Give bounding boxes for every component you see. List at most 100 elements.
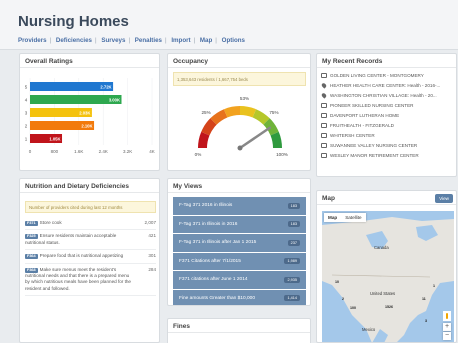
nav-import[interactable]: Import [171, 37, 190, 44]
map-cluster[interactable]: 3 [425, 319, 427, 323]
map-cluster[interactable]: 11 [422, 297, 426, 301]
recent-record-label: WHITERSH CENTER [330, 132, 375, 138]
nutrition-row[interactable]: F371 Store cook 2,007 [25, 217, 157, 231]
nutrition-row[interactable]: F368 Make sure menus meet the resident's … [25, 264, 156, 297]
gauge-tick-label: 25% [201, 110, 210, 115]
x-tick-label: 1.6K [74, 149, 83, 154]
map-pin-icon [321, 82, 328, 90]
category-label: 4 [25, 98, 28, 103]
recent-record-label: WASHINGTON CHRISTIAN VILLAGE: Health - 2… [330, 93, 437, 99]
recent-record-item[interactable]: HEATHER HEALTH CARE CENTER: Health - 201… [321, 81, 456, 91]
recent-record-label: GOLDEN LIVING CENTER - MONTGOMERY [330, 73, 424, 79]
recent-record-item[interactable]: WESLEY MANOR RETIREMENT CENTER [321, 150, 456, 160]
zoom-out-button[interactable]: − [443, 332, 451, 340]
nav-separator: | [49, 37, 52, 44]
saved-view-item[interactable]: F371 Citations after 7/1/2015 1,989 [173, 252, 306, 270]
my-views-list: F-Tag 371 2016 in Illinois 183 F-Tag 371 i… [173, 197, 306, 305]
map-cluster[interactable]: 10 [335, 280, 339, 284]
nutrition-row[interactable]: F364 Prepare food that is nutritional app… [25, 250, 156, 264]
bar-value-label: 3.00K [109, 98, 120, 103]
page-title: Nursing Homes [18, 13, 129, 30]
saved-view-item[interactable]: F-Tag 371 in Illinois in 2016 183 [173, 215, 306, 233]
card-icon [321, 103, 327, 109]
deficiency-description: Store cook [39, 220, 62, 225]
recent-record-item[interactable]: PIONEER SKILLED NURSING CENTER [321, 101, 456, 111]
map-cluster[interactable]: 2 [342, 297, 344, 301]
deficiency-count: 301 [148, 253, 156, 259]
ftag-badge: F364 [25, 254, 38, 260]
nutrition-card: Nutrition and Dietary Deficiencies Numbe… [19, 178, 160, 343]
nutrition-row-text: F364 Prepare food that is nutritional app… [25, 253, 138, 260]
nav-surveys[interactable]: Surveys [101, 37, 125, 44]
nutrition-row[interactable]: F325 Ensure residents maintain acceptable… [25, 230, 156, 251]
saved-view-item[interactable]: F-Tag 371 2016 in Illinois 183 [173, 197, 306, 215]
map-cluster[interactable]: 100 [350, 306, 356, 310]
main-nav: Providers | Deficiencies | Surveys | Penalt… [18, 37, 245, 44]
recent-records-title: My Recent Records [317, 54, 456, 68]
saved-view-count-badge: 1,414 [284, 295, 300, 302]
map-tab-satellite[interactable]: Satellite [341, 213, 365, 222]
street-view-pegman-icon[interactable] [443, 311, 451, 321]
gauge-tick-label: 53% [240, 96, 249, 101]
recent-record-item[interactable]: GOLDEN LIVING CENTER - MONTGOMERY [321, 71, 456, 81]
ftag-badge: F325 [25, 234, 38, 240]
recent-record-label: FRUITHEALTH - FITZGERALD [330, 122, 394, 128]
nutrition-note: Number of providers cited during last 12… [25, 201, 156, 213]
nav-options[interactable]: Options [222, 37, 245, 44]
nutrition-row-text: F371 Store cook [25, 220, 138, 226]
rating-bar[interactable] [30, 95, 122, 104]
nav-map[interactable]: Map [200, 37, 212, 44]
saved-view-item[interactable]: Fine amounts Greater than $10,000 1,414 [173, 289, 306, 305]
saved-view-item[interactable]: F-Tag 371 in Illinois after Jan 1 2015 23… [173, 234, 306, 252]
nav-separator: | [193, 37, 196, 44]
map-label-canada: Canada [374, 245, 389, 250]
x-tick-label: 4K [149, 149, 155, 154]
bar-value-label: 1.05K [49, 137, 60, 142]
recent-records-list: GOLDEN LIVING CENTER - MONTGOMERY HEATHER… [321, 71, 456, 160]
map-tab-map[interactable]: Map [324, 213, 341, 222]
recent-record-label: WESLEY MANOR RETIREMENT CENTER [330, 152, 419, 158]
nav-penalties[interactable]: Penalties [135, 37, 162, 44]
map-card: Map View Map Satellite Canada United Sta… [316, 190, 457, 343]
nutrition-row-text: F368 Make sure menus meet the resident's … [25, 267, 138, 293]
map-view-button[interactable]: View [435, 194, 453, 203]
zoom-in-button[interactable]: + [443, 323, 451, 331]
nav-deficiencies[interactable]: Deficiencies [56, 37, 92, 44]
occupancy-title: Occupancy [168, 54, 310, 68]
gauge-max-label: 100% [276, 152, 288, 157]
x-tick-label: 3.2K [123, 149, 132, 154]
deficiency-count: 421 [148, 233, 156, 239]
recent-record-item[interactable]: WHITERSH CENTER [321, 130, 456, 140]
deficiency-description: Prepare food that is nutritional appetiz… [39, 253, 124, 259]
x-tick-label: 800 [51, 149, 59, 154]
recent-record-item[interactable]: WASHINGTON CHRISTIAN VILLAGE: Health - 2… [321, 91, 456, 101]
deficiency-count: 2,007 [144, 220, 157, 225]
recent-record-item[interactable]: DAVENPORT LUTHERAN HOME [321, 111, 456, 121]
my-views-title: My Views [168, 179, 310, 193]
recent-record-item[interactable]: SUWANNEE VALLEY NURSING CENTER [321, 140, 456, 150]
saved-view-count-badge: 1,989 [284, 258, 300, 265]
gauge-min-label: 0% [195, 152, 202, 157]
saved-view-count-badge: 183 [287, 202, 300, 209]
saved-view-item[interactable]: F371 citations after June 1 2014 2,935 [173, 271, 306, 289]
saved-view-label: Fine amounts Greater than $10,000 [179, 295, 255, 301]
gauge-tick-label: 75% [269, 110, 278, 115]
recent-record-label: HEATHER HEALTH CARE CENTER: Health - 201… [330, 83, 441, 89]
x-tick-label: 2.4K [99, 149, 108, 154]
map-land [322, 217, 454, 342]
map-type-tabs: Map Satellite [324, 213, 366, 222]
map-cluster[interactable]: 1526 [385, 305, 393, 309]
map-canvas[interactable]: Map Satellite Canada United States Mexic… [322, 211, 454, 342]
recent-record-label: SUWANNEE VALLEY NURSING CENTER [330, 142, 418, 148]
saved-view-count-badge: 237 [287, 239, 300, 246]
bar-value-label: 2.03K [79, 111, 90, 116]
card-icon [321, 73, 327, 79]
recent-record-label: DAVENPORT LUTHERAN HOME [330, 113, 400, 118]
deficiency-description: Ensure residents maintain acceptable nut… [25, 233, 117, 245]
nutrition-title: Nutrition and Dietary Deficiencies [20, 179, 159, 193]
map-cluster[interactable]: 1 [433, 284, 435, 288]
gauge-needle [238, 126, 272, 150]
card-icon [321, 152, 327, 158]
recent-record-item[interactable]: FRUITHEALTH - FITZGERALD [321, 120, 456, 130]
nav-providers[interactable]: Providers [18, 37, 47, 44]
